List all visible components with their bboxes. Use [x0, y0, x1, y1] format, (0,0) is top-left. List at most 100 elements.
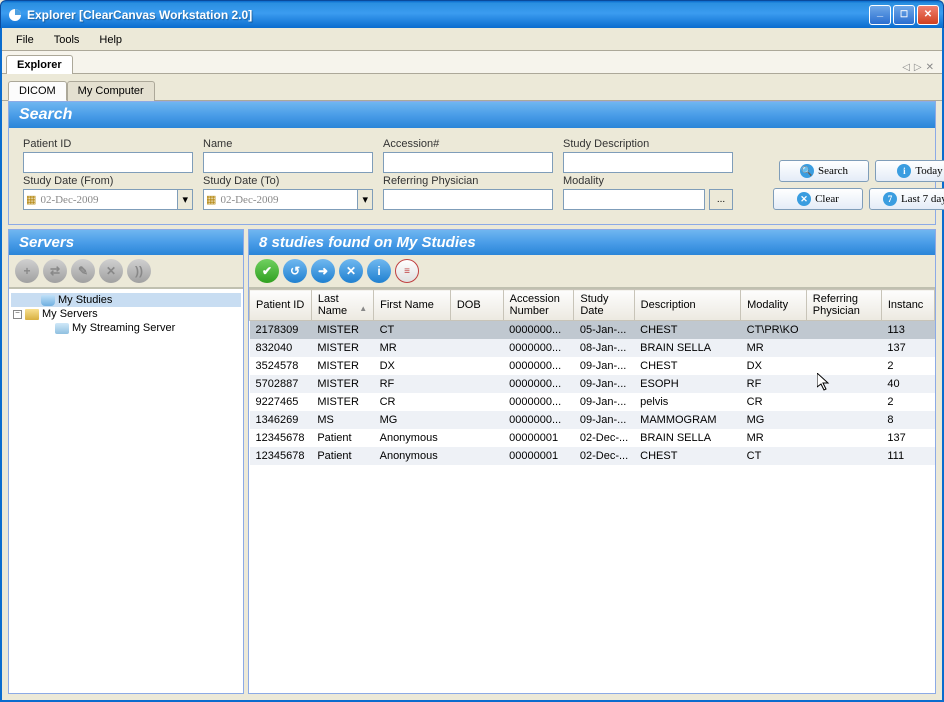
send-icon[interactable]: ➜ — [311, 259, 335, 283]
column-header[interactable]: Referring Physician — [806, 290, 881, 321]
maximize-button[interactable] — [893, 5, 915, 25]
delete-study-icon[interactable]: ✕ — [339, 259, 363, 283]
column-header[interactable]: Modality — [741, 290, 807, 321]
tab-explorer[interactable]: Explorer — [6, 55, 73, 74]
tab-scroll-left-icon[interactable]: ◁ — [902, 62, 910, 73]
date-to-text[interactable] — [218, 190, 357, 209]
tab-my-computer[interactable]: My Computer — [67, 81, 155, 101]
table-row[interactable]: 832040MISTERMR0000000...08-Jan-...BRAIN … — [250, 339, 935, 357]
date-from-text[interactable] — [38, 190, 177, 209]
modality-picker-button[interactable]: ... — [709, 189, 733, 210]
modality-label: Modality — [563, 175, 733, 187]
last7-button-label: Last 7 days — [901, 193, 944, 205]
menu-tools[interactable]: Tools — [46, 32, 88, 48]
cell-dob — [450, 429, 503, 447]
chevron-down-icon[interactable]: ▾ — [357, 190, 372, 209]
column-header[interactable]: Last Name▲ — [311, 290, 373, 321]
studies-grid[interactable]: Patient IDLast Name▲First NameDOBAccessi… — [249, 288, 935, 693]
search-icon: 🔍 — [800, 164, 814, 178]
column-header[interactable]: Description — [634, 290, 740, 321]
column-header[interactable]: Instanc — [881, 290, 934, 321]
table-row[interactable]: 1346269MSMG0000000...09-Jan-...MAMMOGRAM… — [250, 411, 935, 429]
server-delete-icon[interactable]: ✕ — [99, 259, 123, 283]
ref-phys-input[interactable] — [383, 189, 553, 210]
tree-item-my-studies[interactable]: My Studies — [11, 293, 241, 307]
study-desc-label: Study Description — [563, 138, 733, 150]
servers-tree[interactable]: My Studies − My Servers My Streaming Ser… — [9, 288, 243, 693]
last7-button[interactable]: 7Last 7 days — [869, 188, 944, 210]
column-header[interactable]: Accession Number — [503, 290, 574, 321]
cell-fn: RF — [374, 375, 451, 393]
menu-help[interactable]: Help — [91, 32, 130, 48]
window-buttons — [869, 5, 939, 25]
patient-id-input[interactable] — [23, 152, 193, 173]
document-tabstrip: Explorer ◁ ▷ ✕ — [2, 50, 942, 74]
server-group-icon[interactable]: ⇄ — [43, 259, 67, 283]
cell-ln: Patient — [311, 429, 373, 447]
search-button[interactable]: 🔍Search — [779, 160, 869, 182]
today-button[interactable]: iToday — [875, 160, 944, 182]
column-header[interactable]: DOB — [450, 290, 503, 321]
cell-ln: Patient — [311, 447, 373, 465]
tab-close-icon[interactable]: ✕ — [926, 62, 934, 73]
modality-input[interactable] — [563, 189, 705, 210]
table-row[interactable]: 9227465MISTERCR0000000...09-Jan-...pelvi… — [250, 393, 935, 411]
cell-sd: 09-Jan-... — [574, 393, 634, 411]
cell-sd: 02-Dec-... — [574, 429, 634, 447]
cell-inst: 8 — [881, 411, 934, 429]
chevron-down-icon[interactable]: ▾ — [177, 190, 192, 209]
cell-pid: 3524578 — [250, 357, 312, 375]
date-from-input[interactable]: ▦ ▾ — [23, 189, 193, 210]
menubar: File Tools Help — [2, 28, 942, 50]
table-row[interactable]: 3524578MISTERDX0000000...09-Jan-...CHEST… — [250, 357, 935, 375]
menu-file[interactable]: File — [8, 32, 42, 48]
studies-toolbar: ✔ ↺ ➜ ✕ i ≡ — [249, 255, 935, 288]
study-desc-input[interactable] — [563, 152, 733, 173]
close-button[interactable] — [917, 5, 939, 25]
cell-rp — [806, 375, 881, 393]
cell-pid: 12345678 — [250, 447, 312, 465]
table-row[interactable]: 2178309MISTERCT0000000...05-Jan-...CHEST… — [250, 321, 935, 340]
cell-sd: 09-Jan-... — [574, 375, 634, 393]
study-info-icon[interactable]: i — [367, 259, 391, 283]
calendar-icon: ▦ — [24, 190, 38, 209]
server-verify-icon[interactable]: )) — [127, 259, 151, 283]
open-study-icon[interactable]: ✔ — [255, 259, 279, 283]
cell-ln: MISTER — [311, 339, 373, 357]
minimize-button[interactable] — [869, 5, 891, 25]
cell-fn: MG — [374, 411, 451, 429]
clear-button[interactable]: ✕Clear — [773, 188, 863, 210]
table-row[interactable]: 12345678PatientAnonymous0000000102-Dec-.… — [250, 429, 935, 447]
table-row[interactable]: 12345678PatientAnonymous0000000102-Dec-.… — [250, 447, 935, 465]
column-header[interactable]: Patient ID — [250, 290, 312, 321]
tree-item-streaming-server[interactable]: My Streaming Server — [11, 321, 241, 335]
accession-input[interactable] — [383, 152, 553, 173]
column-header[interactable]: First Name — [374, 290, 451, 321]
cell-pid: 832040 — [250, 339, 312, 357]
cell-sd: 05-Jan-... — [574, 321, 634, 340]
cell-acc: 0000000... — [503, 321, 574, 340]
server-add-icon[interactable]: + — [15, 259, 39, 283]
search-panel: Search Patient ID Name Accession# Study … — [8, 101, 936, 225]
anonymize-icon[interactable]: ≡ — [395, 259, 419, 283]
cell-acc: 00000001 — [503, 429, 574, 447]
cell-acc: 0000000... — [503, 339, 574, 357]
name-input[interactable] — [203, 152, 373, 173]
cell-sd: 09-Jan-... — [574, 357, 634, 375]
retrieve-icon[interactable]: ↺ — [283, 259, 307, 283]
tab-scroll-right-icon[interactable]: ▷ — [914, 62, 922, 73]
clear-button-label: Clear — [815, 193, 839, 205]
column-header[interactable]: Study Date — [574, 290, 634, 321]
collapse-icon[interactable]: − — [13, 310, 22, 319]
server-edit-icon[interactable]: ✎ — [71, 259, 95, 283]
table-row[interactable]: 5702887MISTERRF0000000...09-Jan-...ESOPH… — [250, 375, 935, 393]
cell-ln: MS — [311, 411, 373, 429]
cell-mod: MR — [741, 429, 807, 447]
cell-inst: 137 — [881, 339, 934, 357]
date-to-input[interactable]: ▦ ▾ — [203, 189, 373, 210]
cell-fn: MR — [374, 339, 451, 357]
cell-mod: CT\PR\KO — [741, 321, 807, 340]
name-label: Name — [203, 138, 373, 150]
tab-dicom[interactable]: DICOM — [8, 81, 67, 101]
tree-item-my-servers[interactable]: − My Servers — [11, 307, 241, 321]
